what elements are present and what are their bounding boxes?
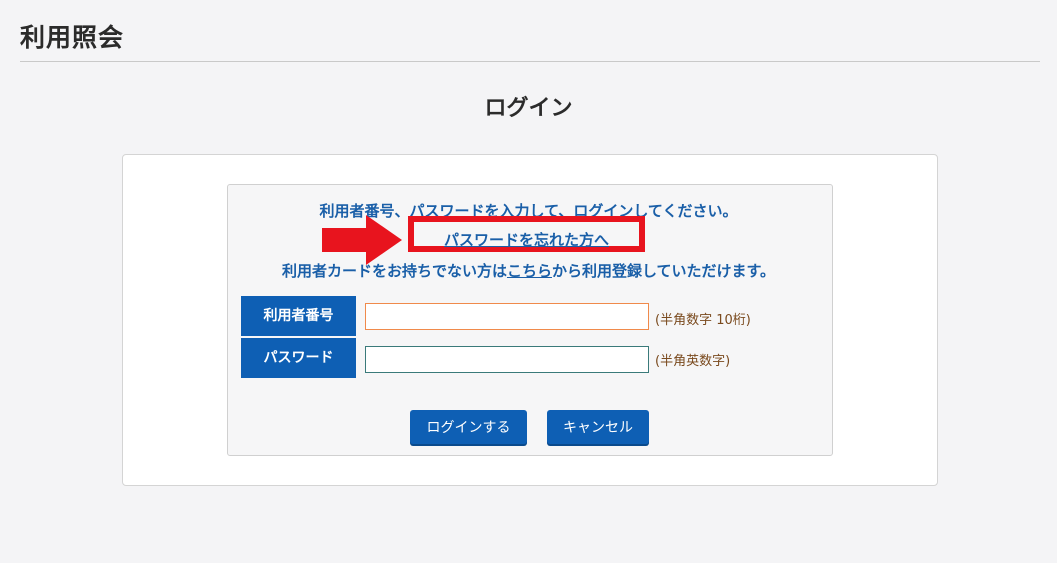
password-label: パスワード bbox=[241, 338, 356, 378]
user-number-hint: (半角数字 10桁) bbox=[655, 313, 751, 328]
login-button[interactable]: ログインする bbox=[410, 410, 527, 444]
register-prefix: 利用者カードをお持ちでない方は bbox=[281, 262, 507, 280]
register-message: 利用者カードをお持ちでない方はこちらから利用登録していただけます。 bbox=[0, 260, 1057, 281]
user-number-label: 利用者番号 bbox=[241, 296, 356, 336]
user-number-input[interactable] bbox=[365, 303, 649, 330]
login-heading: ログイン bbox=[484, 96, 573, 121]
register-suffix: から利用登録していただけます。 bbox=[551, 262, 776, 280]
right-arrow-icon bbox=[322, 215, 402, 265]
page-title: 利用照会 bbox=[20, 23, 125, 52]
password-hint: (半角英数字) bbox=[655, 354, 731, 369]
register-link[interactable]: こちら bbox=[507, 262, 552, 280]
forgot-password-highlight: パスワードを忘れた方へ bbox=[408, 216, 645, 252]
cancel-button[interactable]: キャンセル bbox=[547, 410, 649, 444]
password-input[interactable] bbox=[365, 346, 649, 373]
title-divider bbox=[20, 61, 1040, 62]
forgot-password-link[interactable]: パスワードを忘れた方へ bbox=[414, 229, 639, 250]
